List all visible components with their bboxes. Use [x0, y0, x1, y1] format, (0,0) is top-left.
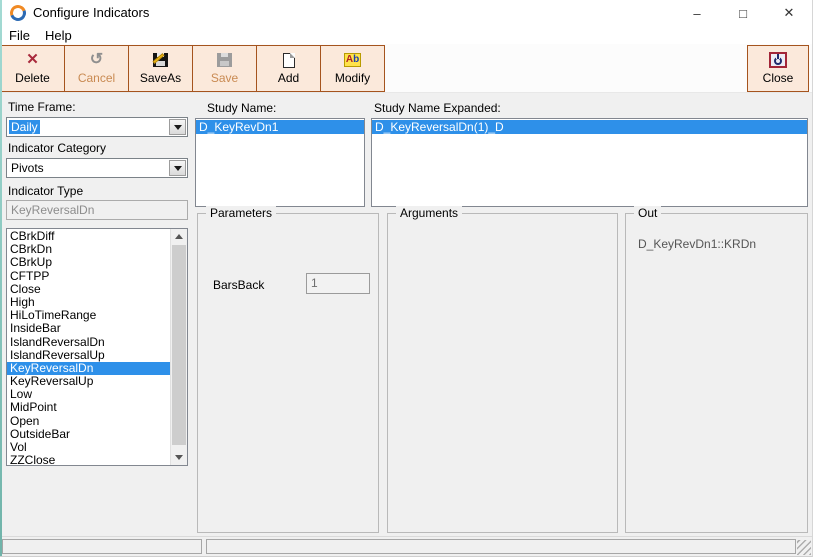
modify-ab-icon: Ab: [344, 52, 361, 68]
parameters-title: Parameters: [206, 206, 276, 220]
delete-button[interactable]: ✕ Delete: [0, 45, 65, 92]
menu-help[interactable]: Help: [45, 28, 72, 43]
title-bar: Configure Indicators – □ ✕: [0, 0, 812, 26]
scroll-down-button[interactable]: [171, 450, 187, 465]
save-button[interactable]: Save: [192, 45, 257, 92]
indicator-list-item[interactable]: Close: [7, 283, 187, 296]
minimize-button[interactable]: –: [674, 0, 720, 26]
status-panel-left: [2, 539, 202, 554]
modify-button-label: Modify: [335, 71, 370, 85]
maximize-button[interactable]: □: [720, 0, 766, 26]
modify-button[interactable]: Ab Modify: [320, 45, 385, 92]
indicator-list-item[interactable]: IslandReversalDn: [7, 336, 187, 349]
indicator-list-item[interactable]: MidPoint: [7, 401, 187, 414]
new-page-icon: [283, 52, 295, 68]
indicator-list-item[interactable]: Open: [7, 415, 187, 428]
study-name-expanded-listbox[interactable]: D_KeyReversalDn(1)_D: [371, 118, 808, 207]
indicator-listbox: CBrkDiffCBrkDnCBrkUpCFTPPCloseHighHiLoTi…: [6, 228, 188, 466]
save-as-floppy-icon: [153, 52, 168, 68]
barsback-label: BarsBack: [213, 278, 264, 292]
window-controls: – □ ✕: [674, 0, 812, 26]
chevron-down-icon: [174, 166, 182, 171]
out-listbox: D_KeyRevDn1::KRDn: [638, 236, 801, 252]
power-icon: [769, 52, 787, 68]
scrollbar-thumb[interactable]: [172, 245, 186, 445]
save-floppy-icon: [217, 52, 232, 68]
indicator-category-label: Indicator Category: [8, 141, 106, 155]
status-panel-main: [206, 539, 796, 554]
close-window-button[interactable]: ✕: [766, 0, 812, 26]
configure-indicators-window: Configure Indicators – □ ✕ File Help ✕ D…: [0, 0, 813, 557]
out-list-item[interactable]: D_KeyRevDn1::KRDn: [638, 236, 801, 252]
indicator-list-item[interactable]: OutsideBar: [7, 428, 187, 441]
close-button[interactable]: Close: [747, 45, 809, 92]
delete-button-label: Delete: [15, 71, 50, 85]
delete-x-icon: ✕: [26, 52, 39, 68]
cancel-button[interactable]: ↺ Cancel: [64, 45, 129, 92]
indicator-type-label: Indicator Type: [8, 184, 83, 198]
close-button-label: Close: [763, 71, 794, 85]
indicator-category-value: Pivots: [9, 161, 46, 175]
indicator-list-item[interactable]: CBrkUp: [7, 256, 187, 269]
save-button-label: Save: [211, 71, 238, 85]
study-name-expanded-label: Study Name Expanded:: [374, 101, 501, 115]
status-bar: [0, 536, 812, 556]
indicator-list-item[interactable]: CFTPP: [7, 270, 187, 283]
indicator-category-dropdown-button[interactable]: [169, 160, 186, 176]
chevron-down-icon: [174, 125, 182, 130]
indicator-list-item[interactable]: InsideBar: [7, 322, 187, 335]
out-title: Out: [634, 206, 661, 220]
app-logo-icon: [7, 2, 28, 23]
save-as-button-label: SaveAs: [140, 71, 181, 85]
study-name-expanded-item[interactable]: D_KeyReversalDn(1)_D: [372, 120, 807, 134]
indicator-list-scrollbar[interactable]: [170, 229, 187, 465]
study-name-listbox[interactable]: D_KeyRevDn1: [195, 118, 365, 207]
add-button[interactable]: Add: [256, 45, 321, 92]
resize-grip-icon[interactable]: [797, 540, 811, 555]
time-frame-dropdown-button[interactable]: [169, 119, 186, 135]
indicator-list-item[interactable]: KeyReversalUp: [7, 375, 187, 388]
indicator-type-field[interactable]: KeyReversalDn: [6, 200, 188, 220]
menu-file[interactable]: File: [9, 28, 30, 43]
close-button-group: Close: [748, 45, 809, 92]
time-frame-combobox[interactable]: Daily: [6, 117, 188, 137]
parameters-groupbox: Parameters BarsBack 1: [197, 213, 379, 533]
save-as-button[interactable]: SaveAs: [128, 45, 193, 92]
scroll-up-button[interactable]: [171, 229, 187, 244]
indicator-category-combobox[interactable]: Pivots: [6, 158, 188, 178]
chevron-down-icon: [175, 455, 183, 460]
toolbar: ✕ Delete ↺ Cancel SaveAs Save: [0, 44, 812, 93]
time-frame-value: Daily: [9, 120, 40, 134]
add-button-label: Add: [278, 71, 299, 85]
study-name-item[interactable]: D_KeyRevDn1: [196, 120, 364, 134]
cancel-button-label: Cancel: [78, 71, 115, 85]
window-title: Configure Indicators: [33, 0, 149, 26]
arguments-groupbox: Arguments: [387, 213, 618, 533]
toolbar-button-group: ✕ Delete ↺ Cancel SaveAs Save: [0, 45, 385, 92]
window-left-border: [0, 0, 2, 556]
chevron-up-icon: [175, 234, 183, 239]
undo-arrow-icon: ↺: [90, 52, 103, 68]
arguments-title: Arguments: [396, 206, 462, 220]
indicator-list-item[interactable]: IslandReversalUp: [7, 349, 187, 362]
time-frame-label: Time Frame:: [8, 100, 76, 114]
indicator-list-item[interactable]: ZZClose: [7, 454, 187, 466]
study-name-label: Study Name:: [207, 101, 276, 115]
indicator-list-items: CBrkDiffCBrkDnCBrkUpCFTPPCloseHighHiLoTi…: [7, 230, 187, 466]
barsback-field[interactable]: 1: [306, 273, 370, 294]
menu-bar: File Help: [0, 26, 812, 44]
out-groupbox: Out D_KeyRevDn1::KRDn: [625, 213, 808, 533]
